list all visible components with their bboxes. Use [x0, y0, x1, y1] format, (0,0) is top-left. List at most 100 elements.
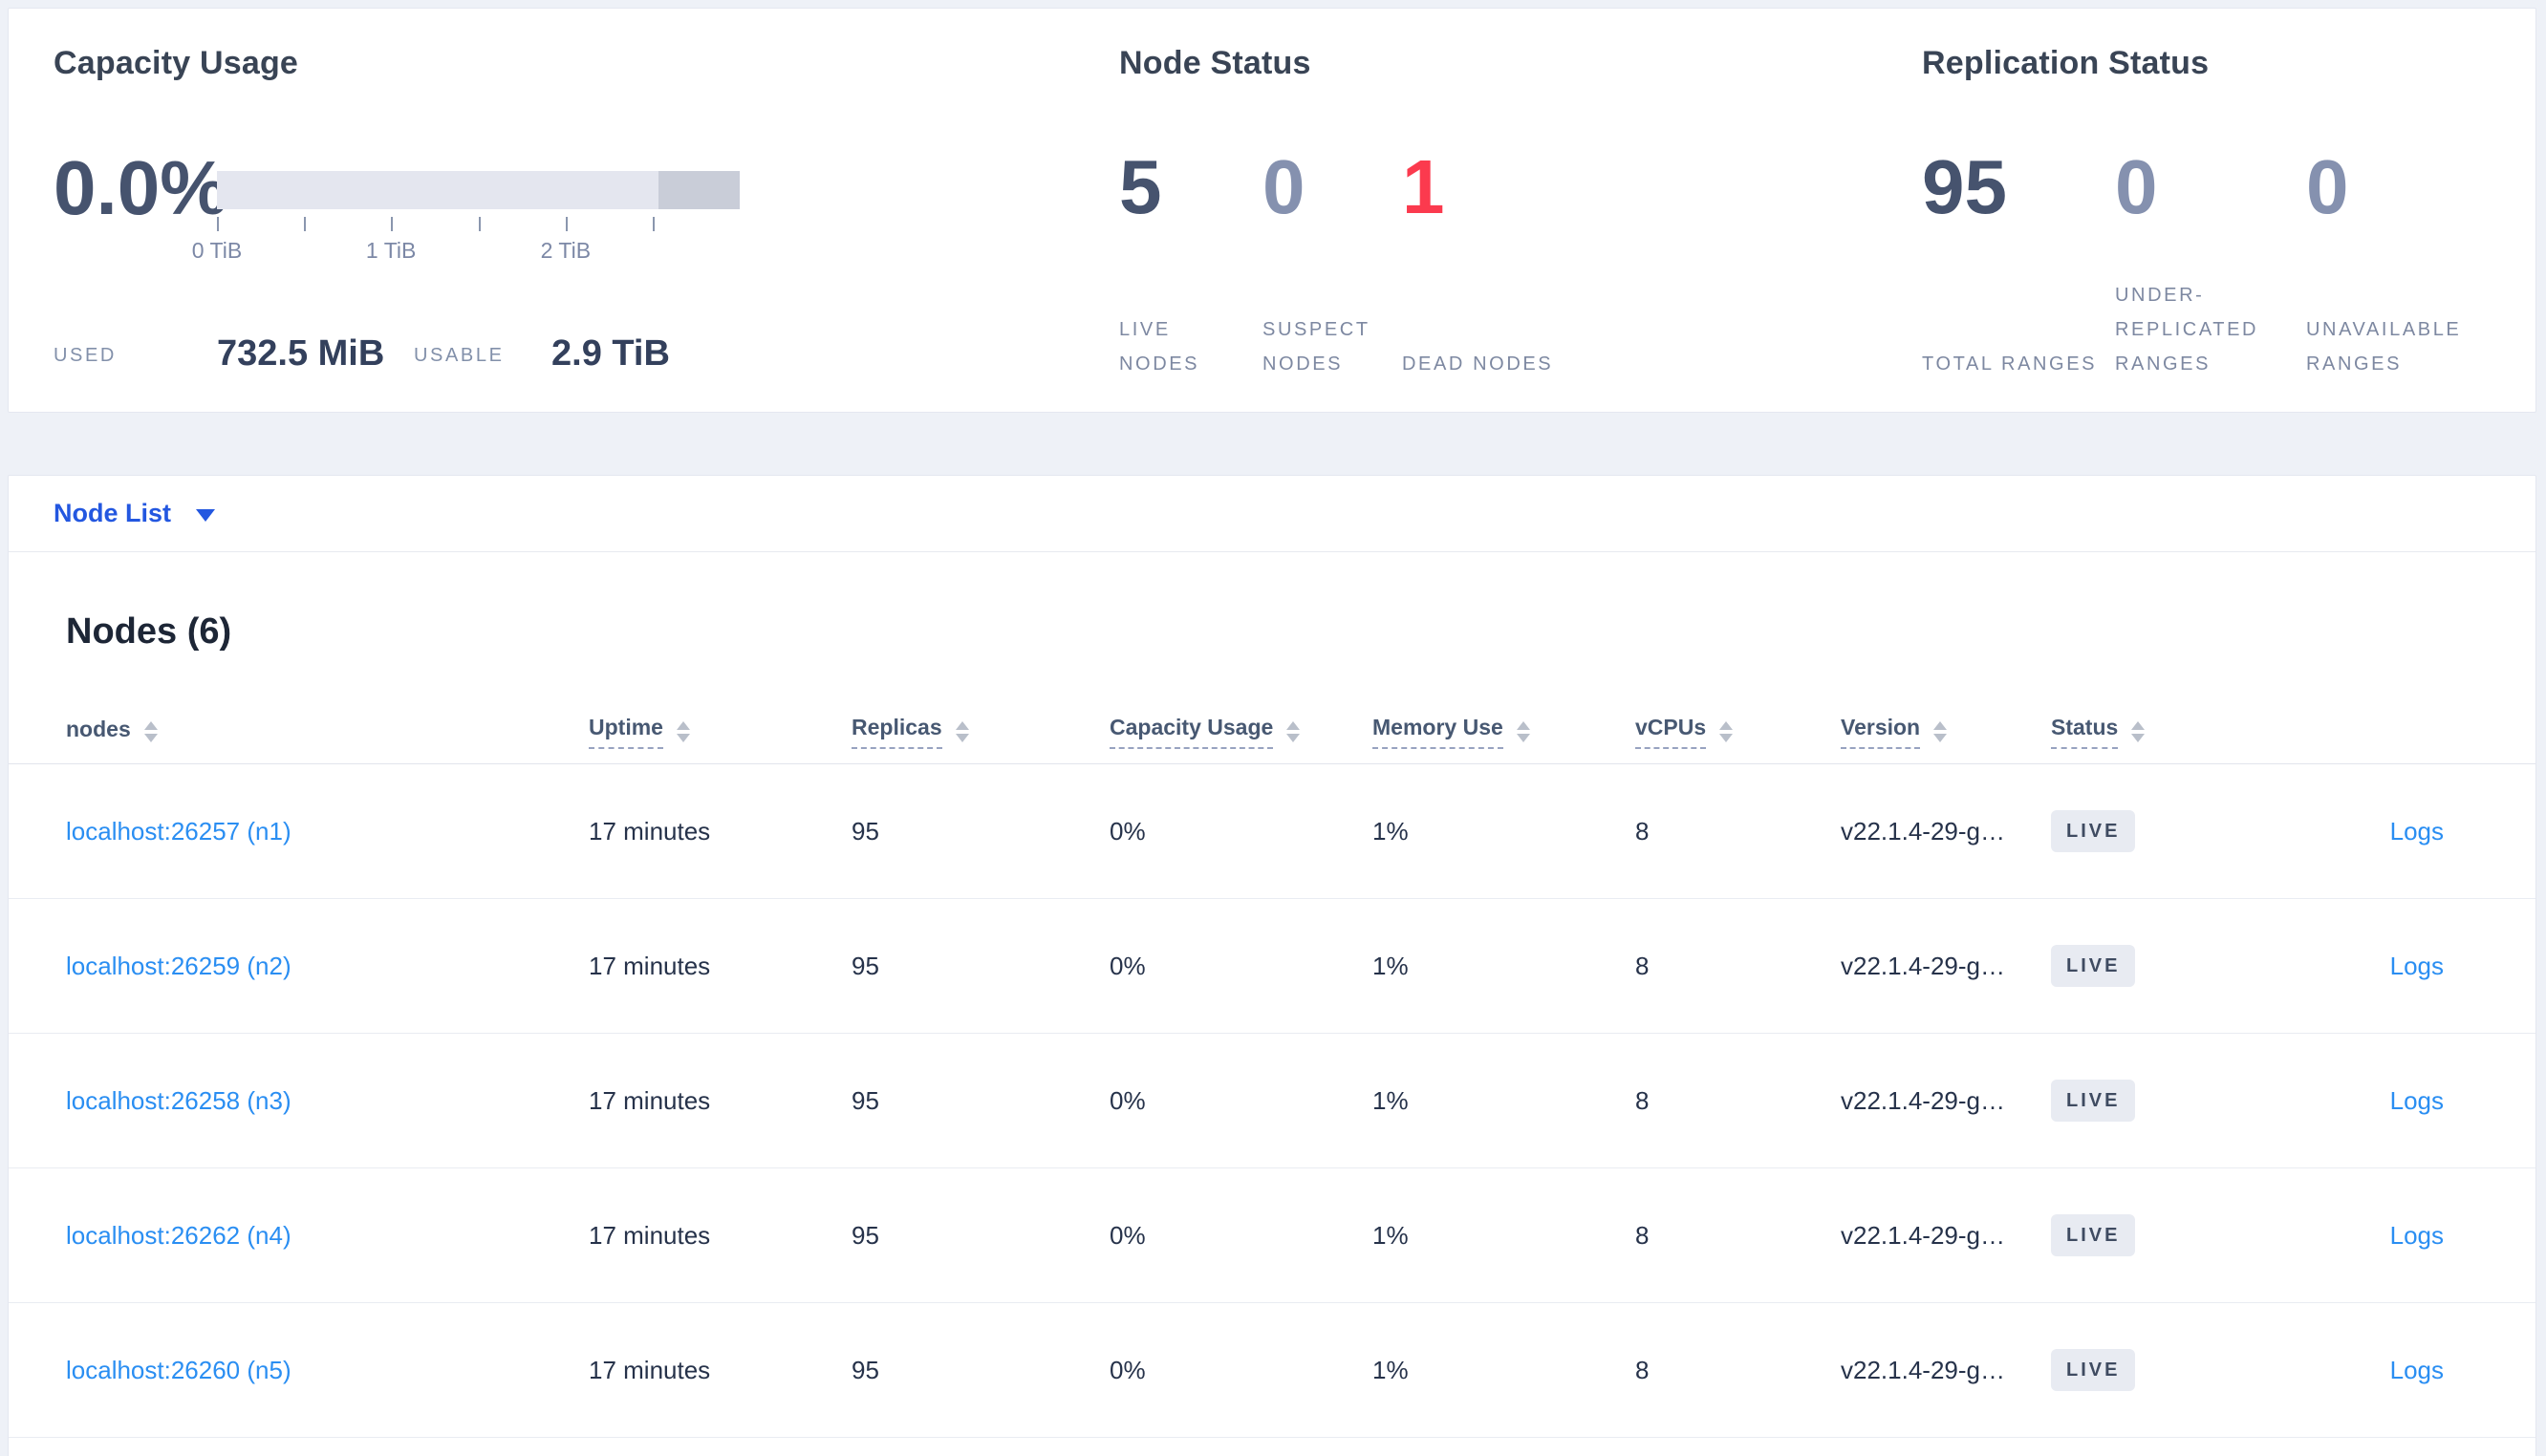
logs-cell: Logs — [2319, 1086, 2535, 1116]
usable-value: 2.9 TiB — [551, 333, 670, 374]
column-header-nodes[interactable]: nodes — [9, 717, 589, 746]
logs-cell: Logs — [2319, 817, 2535, 846]
node-list-card: Node List Nodes (6) nodes Uptime Replicas C… — [8, 475, 2536, 1456]
logs-cell: Logs — [2319, 1221, 2535, 1251]
chevron-down-icon — [196, 509, 216, 522]
logs-link[interactable]: Logs — [2390, 1086, 2444, 1115]
node-link[interactable]: localhost:26259 (n2) — [66, 952, 291, 980]
node-cell: localhost:26259 (n2) — [9, 952, 589, 981]
status-cell: LIVE — [2051, 1214, 2319, 1256]
logs-link[interactable]: Logs — [2390, 952, 2444, 980]
vcpus-cell: 8 — [1635, 816, 1650, 846]
memory-use-cell: 1% — [1372, 951, 1409, 980]
sort-icon[interactable] — [676, 720, 690, 742]
uptime-cell: 17 minutes — [589, 1220, 711, 1250]
total-ranges-count: 95 — [1922, 144, 2007, 229]
suspect-nodes-label: SUSPECT NODES — [1262, 319, 1370, 375]
replication-status-title: Replication Status — [1922, 45, 2210, 81]
live-nodes-count: 5 — [1119, 144, 1162, 229]
column-header-vcpus[interactable]: vCPUs — [1635, 715, 1841, 749]
version-cell: v22.1.4-29-g… — [1841, 1085, 2005, 1115]
node-list-dropdown-label: Node List — [54, 499, 172, 527]
capacity-axis-tick — [391, 217, 394, 231]
column-header-label: nodes — [66, 717, 131, 741]
sort-icon[interactable] — [955, 720, 969, 742]
sort-icon[interactable] — [1933, 720, 1948, 742]
capacity-axis-tick-label: 2 TiB — [540, 238, 592, 263]
unavailable-ranges-label: UNAVAILABLE RANGES — [2306, 319, 2462, 375]
suspect-nodes-stat: 0 SUSPECT NODES — [1262, 147, 1402, 381]
column-header-replicas[interactable]: Replicas — [852, 715, 1110, 749]
uptime-cell: 17 minutes — [589, 1355, 711, 1384]
node-link[interactable]: localhost:26260 (n5) — [66, 1356, 291, 1384]
sort-icon[interactable] — [143, 720, 158, 742]
table-row: localhost:26260 (n5) 17 minutes 95 0% 1%… — [9, 1303, 2535, 1438]
node-cell: localhost:26262 (n4) — [9, 1221, 589, 1251]
status-badge: LIVE — [2051, 1080, 2136, 1122]
column-header-label: Status — [2051, 715, 2119, 749]
capacity-axis-tick — [478, 217, 481, 231]
column-header-uptime[interactable]: Uptime — [589, 715, 852, 749]
node-cell: localhost:26257 (n1) — [9, 817, 589, 846]
capacity-usage-panel: Capacity Usage 0.0% 0 TiB 1 TiB 2 TiB USED… — [54, 9, 1067, 412]
version-cell: v22.1.4-29-g… — [1841, 951, 2005, 980]
capacity-usage-title: Capacity Usage — [54, 45, 299, 81]
logs-cell: Logs — [2319, 1356, 2535, 1385]
capacity-axis-tick — [565, 217, 568, 231]
status-cell: LIVE — [2051, 1349, 2319, 1391]
column-header-memory-use[interactable]: Memory Use — [1372, 715, 1635, 749]
memory-use-cell: 1% — [1372, 1355, 1409, 1384]
capacity-axis-tick — [652, 217, 655, 231]
dead-nodes-stat: 1 DEAD NODES — [1402, 147, 1603, 381]
capacity-axis-tick — [217, 217, 219, 231]
node-link[interactable]: localhost:26258 (n3) — [66, 1086, 291, 1115]
column-header-capacity-usage[interactable]: Capacity Usage — [1110, 715, 1372, 749]
capacity-bar-axis: 0 TiB 1 TiB 2 TiB — [192, 209, 740, 267]
unavailable-ranges-count: 0 — [2306, 144, 2349, 229]
nodes-table-header: nodes Uptime Replicas Capacity Usage Memory … — [9, 699, 2535, 764]
logs-cell: Logs — [2319, 952, 2535, 981]
used-label: USED — [54, 345, 117, 366]
column-header-version[interactable]: Version — [1841, 715, 2051, 749]
under-replicated-ranges-label: UNDER-REPLICATED RANGES — [2115, 285, 2259, 375]
sort-icon[interactable] — [1516, 720, 1530, 742]
column-header-label: Version — [1841, 715, 1921, 749]
status-badge: LIVE — [2051, 810, 2136, 852]
node-link[interactable]: localhost:26257 (n1) — [66, 817, 291, 846]
node-status-stats: 5 LIVE NODES 0 SUSPECT NODES 1 DEAD NODE… — [1119, 147, 1603, 381]
node-cell: localhost:26260 (n5) — [9, 1356, 589, 1385]
replicas-cell: 95 — [852, 1355, 879, 1384]
sort-icon[interactable] — [1719, 720, 1734, 742]
table-row: localhost:26262 (n4) 17 minutes 95 0% 1%… — [9, 1168, 2535, 1303]
sort-icon[interactable] — [2131, 720, 2146, 742]
capacity-bar-chart: 0 TiB 1 TiB 2 TiB — [192, 171, 740, 267]
table-row: localhost:26258 (n3) 17 minutes 95 0% 1%… — [9, 1034, 2535, 1168]
capacity-usage-cell: 0% — [1110, 816, 1146, 846]
replication-stats: 95 TOTAL RANGES 0 UNDER-REPLICATED RANGE… — [1922, 147, 2534, 381]
replicas-cell: 95 — [852, 951, 879, 980]
logs-link[interactable]: Logs — [2390, 817, 2444, 846]
version-cell: v22.1.4-29-g… — [1841, 1220, 2005, 1250]
table-row: localhost:26259 (n2) 17 minutes 95 0% 1%… — [9, 899, 2535, 1034]
column-header-label: vCPUs — [1635, 715, 1707, 749]
sort-icon[interactable] — [1286, 720, 1301, 742]
version-cell: v22.1.4-29-g… — [1841, 816, 2005, 846]
vcpus-cell: 8 — [1635, 951, 1650, 980]
status-cell: LIVE — [2051, 810, 2319, 852]
node-status-title: Node Status — [1119, 45, 1311, 81]
capacity-bar-reserved-segment — [658, 171, 740, 209]
status-badge: LIVE — [2051, 945, 2136, 987]
column-header-label: Uptime — [589, 715, 663, 749]
logs-link[interactable]: Logs — [2390, 1221, 2444, 1250]
live-nodes-label: LIVE NODES — [1119, 319, 1200, 375]
table-row: localhost:26257 (n1) 17 minutes 95 0% 1%… — [9, 764, 2535, 899]
column-header-status[interactable]: Status — [2051, 715, 2319, 749]
live-nodes-stat: 5 LIVE NODES — [1119, 147, 1262, 381]
replicas-cell: 95 — [852, 1220, 879, 1250]
capacity-usage-cell: 0% — [1110, 1355, 1146, 1384]
node-link[interactable]: localhost:26262 (n4) — [66, 1221, 291, 1250]
capacity-bar — [217, 171, 740, 209]
node-list-dropdown[interactable]: Node List — [9, 476, 2535, 552]
usable-label: USABLE — [414, 345, 505, 366]
logs-link[interactable]: Logs — [2390, 1356, 2444, 1384]
